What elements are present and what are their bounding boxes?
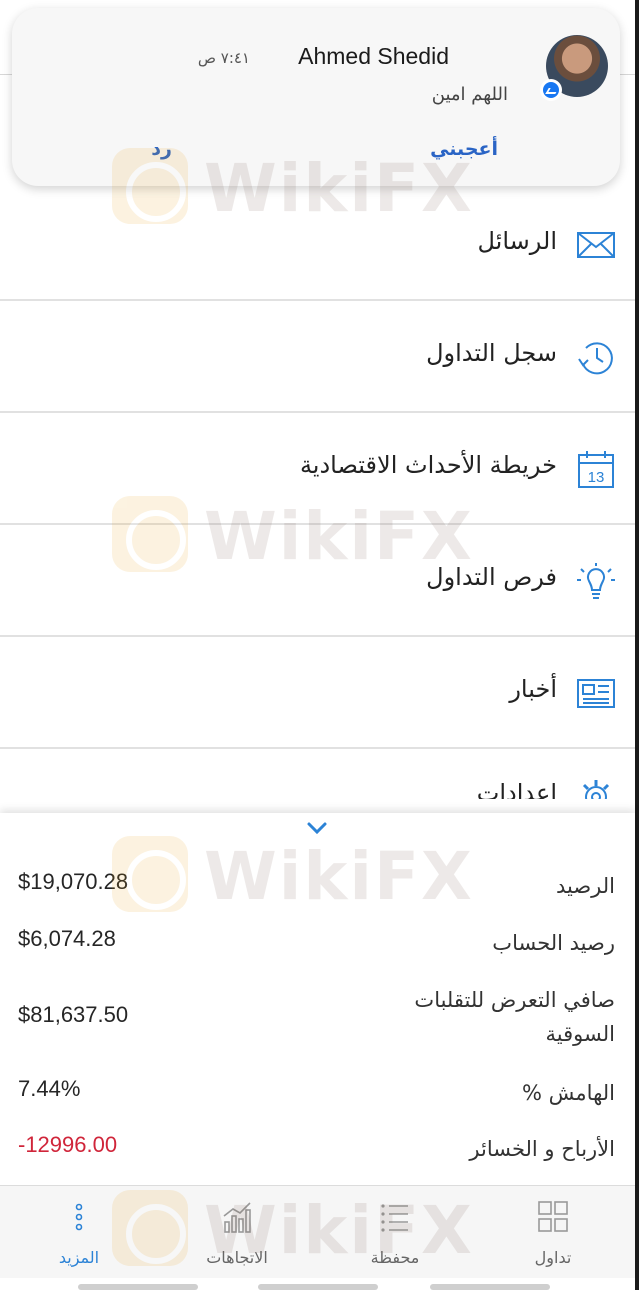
calendar-icon: 13 [578,451,614,488]
menu-item-label: فرص التداول [426,563,557,591]
margin-value: 7.44% [18,1076,81,1101]
bar-chart-icon [223,1202,251,1233]
notification-sender: Ahmed Shedid [298,43,449,69]
home-indicator [78,1284,198,1290]
net-exposure-label: صافي التعرض للتقلبات السوقية [414,988,615,1046]
notification-message: اللهم امين [431,84,508,105]
tab-label: تداول [534,1248,572,1267]
notification-time: ٧:٤١ ص [197,49,250,67]
tab-trade[interactable]: تداول [474,1186,632,1279]
tab-label: الاتجاهات [206,1248,268,1267]
bottom-tab-bar: المزيد الاتجاهات محفظة تداول [0,1185,635,1278]
menu-item-label: أخبار [509,675,557,703]
chevron-down-icon[interactable] [306,821,328,835]
menu-item-economic-calendar[interactable]: 13 خريطة الأحداث الاقتصادية [0,413,635,525]
menu-item-label: إعدادات [476,779,557,799]
tab-portfolio[interactable]: محفظة [316,1186,474,1279]
menu-item-messages[interactable]: الرسائل [0,189,635,301]
net-exposure-value: $81,637.50 [18,1002,129,1027]
newspaper-icon [577,679,615,708]
account-summary-sheet[interactable]: $19,070.28 الرصيد $6,074.28 رصيد الحساب … [0,813,635,1185]
more-dots-icon [75,1203,83,1231]
tab-label: محفظة [370,1248,420,1267]
margin-label: الهامش % [522,1081,615,1105]
pnl-value: -12996.00 [18,1132,118,1157]
tab-label: المزيد [58,1248,100,1267]
screen-edge [635,0,639,1290]
tab-trends[interactable]: الاتجاهات [158,1186,316,1279]
menu-item-label: الرسائل [477,227,558,255]
menu-item-news[interactable]: أخبار [0,637,635,749]
equity-label: رصيد الحساب [492,931,615,955]
home-indicator [258,1284,378,1290]
envelope-icon [577,232,615,258]
menu-item-label: سجل التداول [426,339,557,367]
menu-item-label: خريطة الأحداث الاقتصادية [299,451,557,479]
reply-button[interactable]: رد [151,138,172,160]
grid-icon [538,1201,568,1232]
tab-more[interactable]: المزيد [0,1186,158,1279]
like-button[interactable]: أعجبني [430,138,498,160]
balance-label: الرصيد [555,874,615,898]
menu-item-trading-opportunities[interactable]: فرص التداول [0,525,635,637]
calendar-day: 13 [588,469,605,486]
pnl-label: الأرباح و الخسائر [469,1137,615,1161]
more-menu: الرسائل سجل التداول 13 خريطة الأحداث الا… [0,189,635,799]
home-indicator [430,1284,550,1290]
sender-avatar [540,35,608,101]
messenger-icon [540,79,562,101]
equity-value: $6,074.28 [18,926,116,951]
balance-value: $19,070.28 [18,869,129,894]
lightbulb-icon [577,563,615,599]
list-icon [381,1204,408,1232]
history-clock-icon [578,342,613,375]
menu-item-settings[interactable]: إعدادات [0,749,635,799]
notification-banner[interactable]: Ahmed Shedid ٧:٤١ ص اللهم امين أعجبني رد [12,8,620,186]
menu-item-trade-history[interactable]: سجل التداول [0,301,635,413]
gear-icon [582,780,610,799]
